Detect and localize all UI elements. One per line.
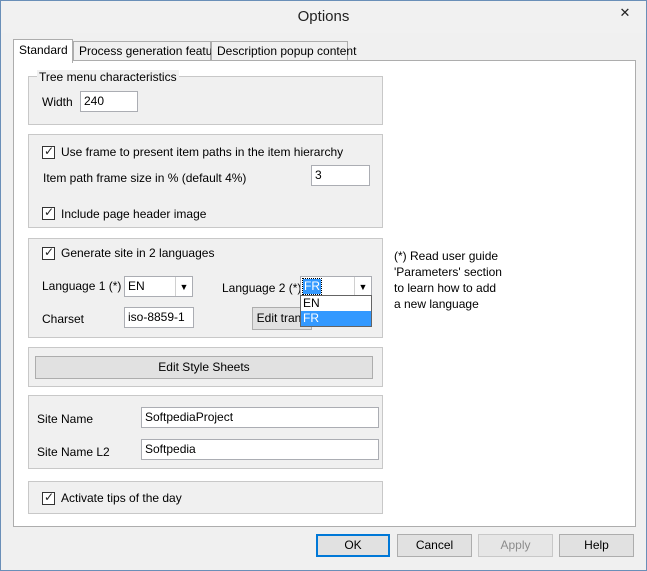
width-label: Width	[42, 95, 73, 109]
use-frame-checkbox[interactable]: ✓	[42, 144, 55, 159]
style-sheets-group: Edit Style Sheets	[28, 347, 383, 387]
site-names-group: Site Name SoftpediaProject Site Name L2 …	[28, 395, 383, 469]
language1-select[interactable]: EN ▼	[124, 276, 193, 297]
charset-label: Charset	[42, 312, 85, 326]
frame-group: ✓ Use frame to present item paths in the…	[28, 134, 383, 228]
frame-size-label: Item path frame size in % (default 4%)	[43, 171, 247, 185]
tree-menu-group-title: Tree menu characteristics	[37, 70, 179, 84]
help-button[interactable]: Help	[559, 534, 634, 557]
site-name-l2-input[interactable]: Softpedia	[141, 439, 379, 460]
language2-select[interactable]: FR ▼	[300, 276, 372, 297]
cancel-button[interactable]: Cancel	[397, 534, 472, 557]
options-window: Options ✕ Standard Process generation fe…	[0, 0, 647, 571]
language-note-line2: 'Parameters' section	[394, 265, 502, 279]
checkmark-icon: ✓	[44, 245, 55, 259]
tips-label: Activate tips of the day	[61, 491, 182, 505]
title-bar: Options ✕	[1, 1, 646, 33]
close-icon[interactable]: ✕	[610, 2, 640, 23]
language2-value: FR	[302, 278, 322, 295]
tips-group: ✓ Activate tips of the day	[28, 481, 383, 514]
window-title: Options	[297, 8, 350, 25]
tips-checkbox[interactable]: ✓	[42, 490, 55, 505]
checkmark-icon: ✓	[44, 205, 55, 219]
apply-button[interactable]: Apply	[478, 534, 553, 557]
generate-languages-label: Generate site in 2 languages	[61, 246, 215, 260]
language-note-line3: to learn how to add	[394, 281, 497, 295]
language2-option-fr[interactable]: FR	[301, 311, 371, 326]
language1-label: Language 1 (*)	[42, 279, 122, 293]
standard-tab-panel: Tree menu characteristics Width 240 ✓ Us…	[13, 60, 636, 527]
language1-value: EN	[128, 279, 145, 293]
generate-languages-checkbox[interactable]: ✓	[42, 245, 55, 260]
use-frame-label: Use frame to present item paths in the i…	[61, 145, 344, 159]
edit-style-sheets-button[interactable]: Edit Style Sheets	[35, 356, 373, 379]
dropdown-arrow-icon[interactable]: ▼	[175, 277, 192, 296]
language2-label: Language 2 (*)	[222, 281, 302, 295]
checkmark-icon: ✓	[44, 144, 55, 158]
header-image-label: Include page header image	[61, 207, 207, 221]
header-image-checkbox[interactable]: ✓	[42, 205, 55, 220]
language-note-line1: (*) Read user guide	[394, 249, 499, 263]
frame-size-input[interactable]: 3	[311, 165, 370, 186]
tab-standard[interactable]: Standard	[13, 39, 73, 63]
language2-option-en[interactable]: EN	[301, 296, 371, 311]
language2-dropdown-list: EN FR	[300, 295, 372, 327]
charset-input[interactable]: iso-8859-1	[124, 307, 194, 328]
site-name-input[interactable]: SoftpediaProject	[141, 407, 379, 428]
site-name-l2-label: Site Name L2	[37, 445, 110, 459]
language-note-line4: a new language	[394, 297, 479, 311]
ok-button[interactable]: OK	[316, 534, 390, 557]
checkmark-icon: ✓	[44, 490, 55, 504]
tab-description-popup-content[interactable]: Description popup content	[211, 41, 356, 61]
width-input[interactable]: 240	[80, 91, 138, 112]
tab-process-generation-feature[interactable]: Process generation feature	[73, 41, 223, 61]
tree-menu-group: Tree menu characteristics Width 240	[28, 70, 383, 125]
site-name-label: Site Name	[37, 412, 94, 426]
dropdown-arrow-icon[interactable]: ▼	[354, 277, 371, 296]
